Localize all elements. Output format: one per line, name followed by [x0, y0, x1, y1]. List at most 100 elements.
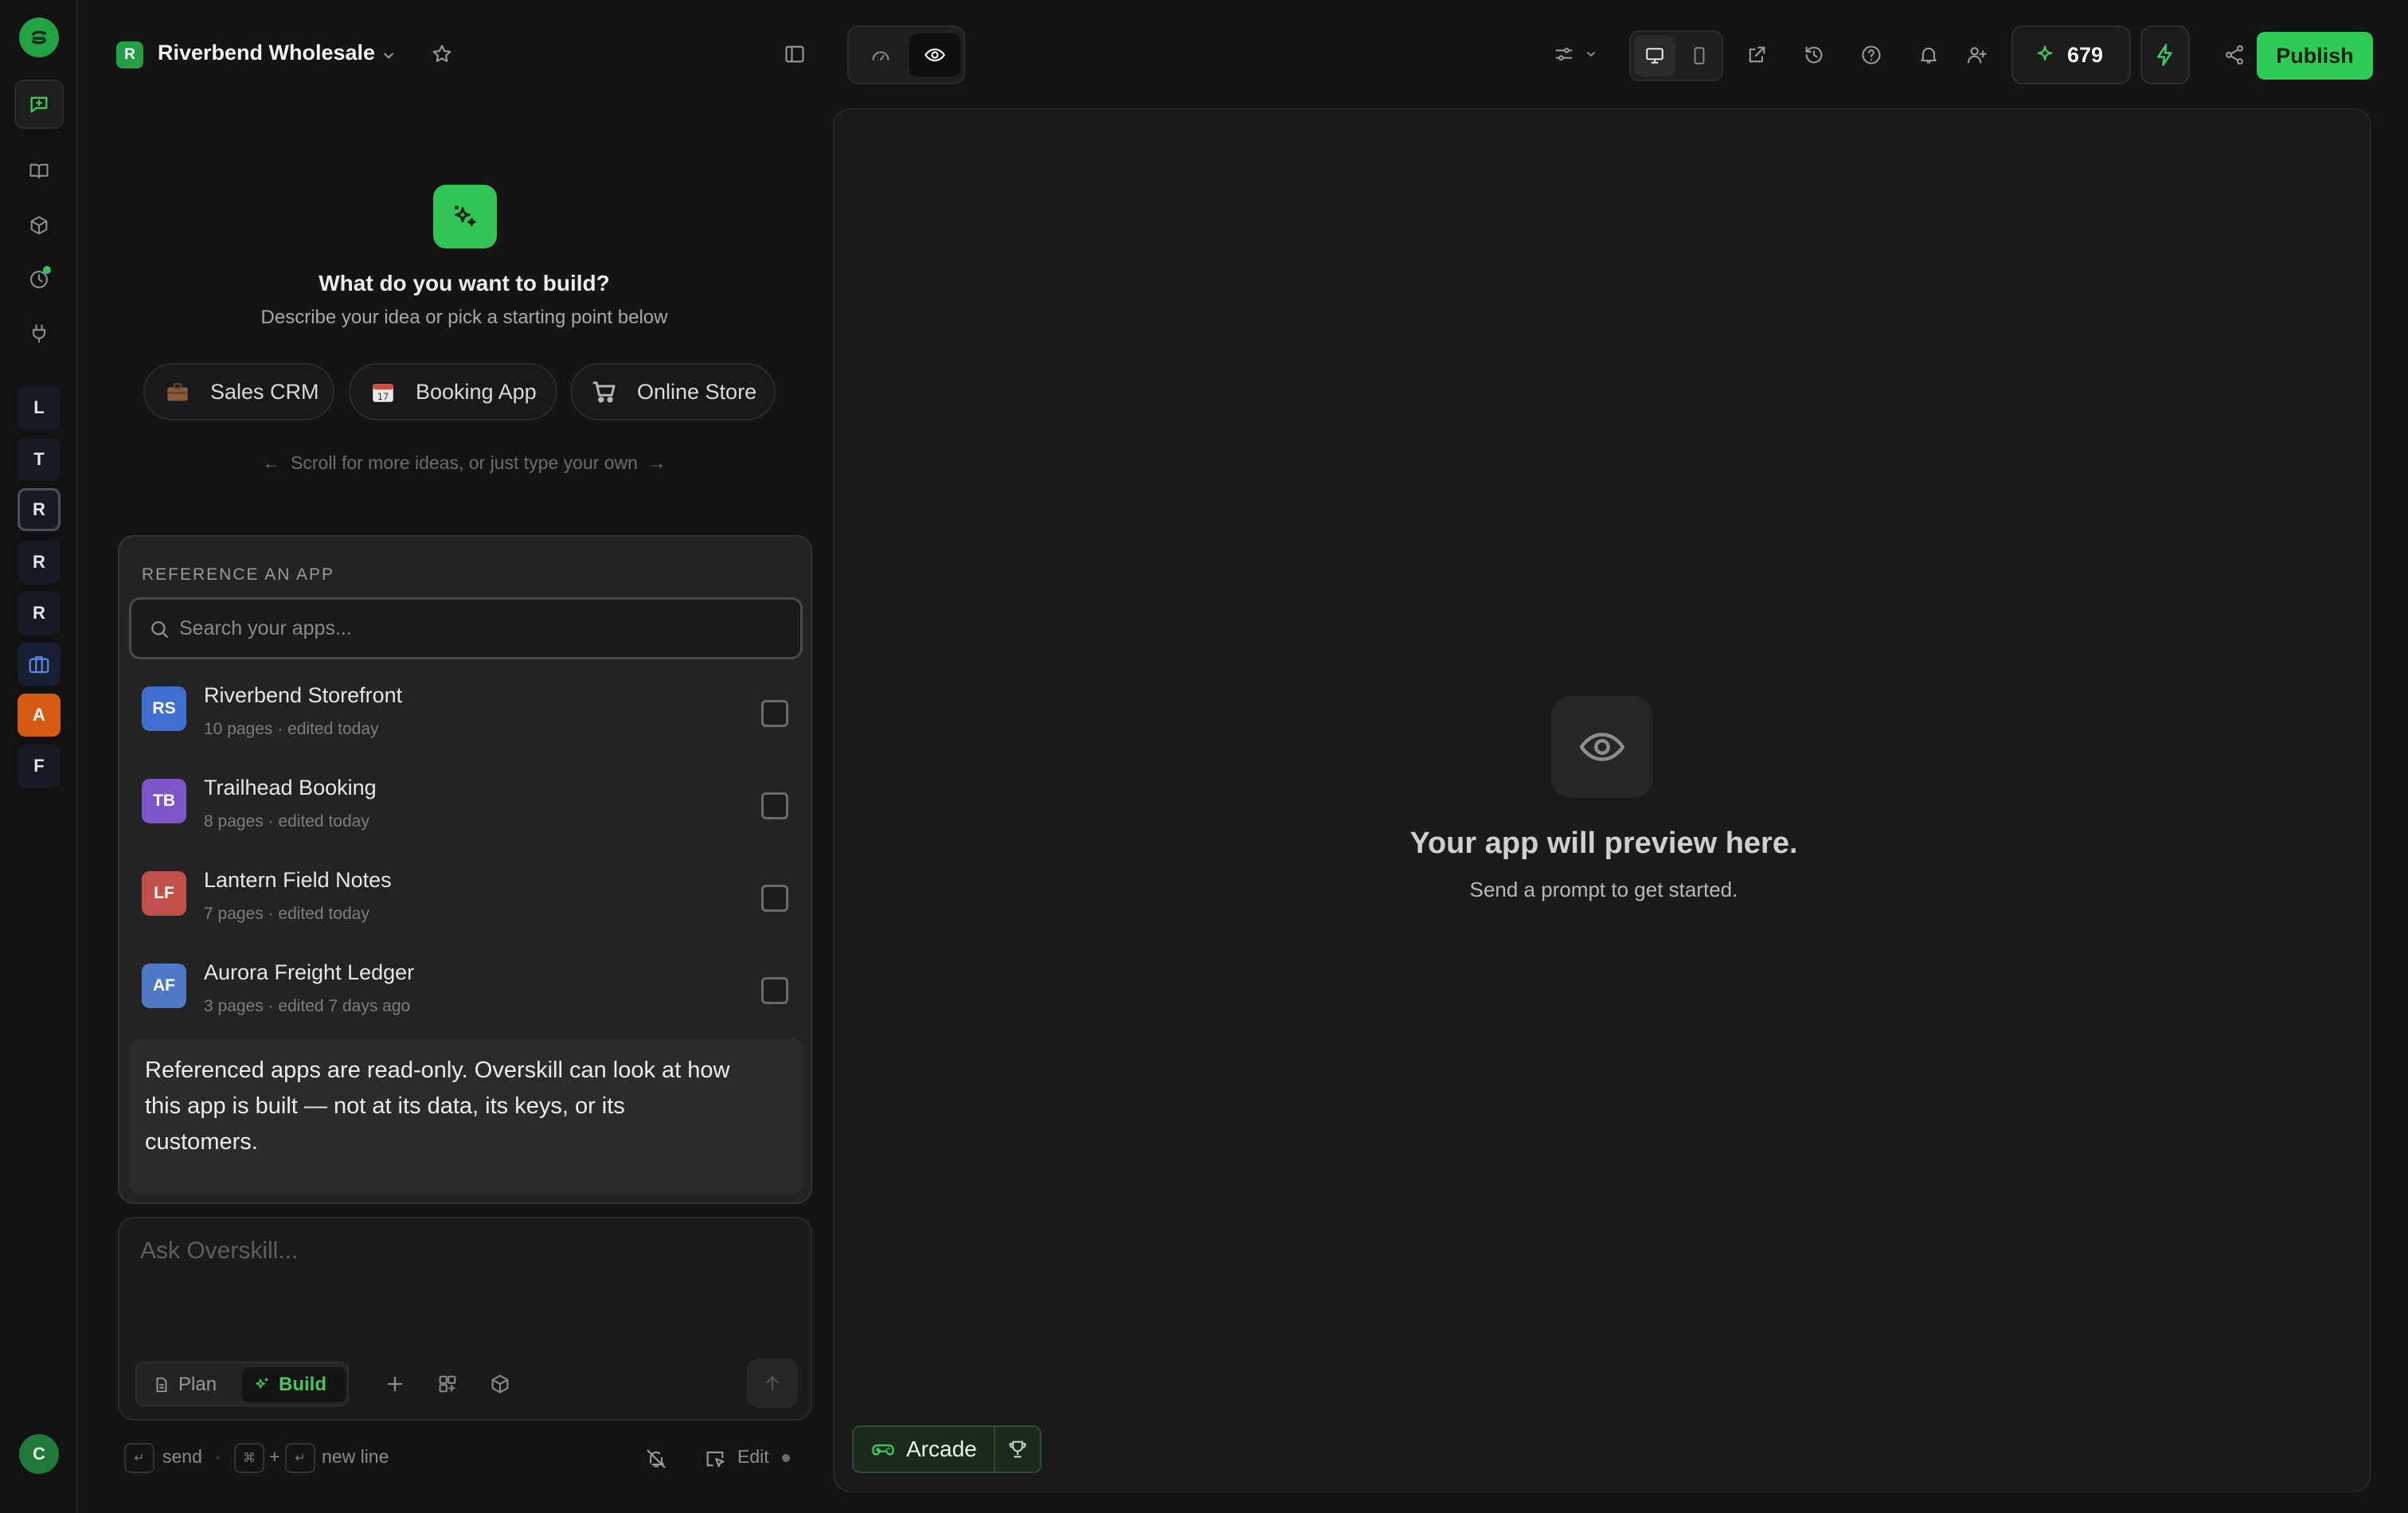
chevron-down-icon[interactable]	[1585, 48, 1597, 61]
app-meta: 8 pages · edited today	[204, 812, 369, 831]
history-icon[interactable]	[1803, 44, 1825, 66]
app-avatar: TB	[142, 779, 186, 823]
sparkle-icon	[2034, 44, 2056, 66]
app-checkbox[interactable]	[761, 700, 788, 727]
workspace-item[interactable]: R	[18, 541, 61, 584]
preview-pane: Your app will preview here. Send a promp…	[833, 108, 2371, 1492]
rail-docs-button[interactable]	[14, 147, 64, 196]
arcade-label: Arcade	[906, 1437, 977, 1461]
user-avatar[interactable]: C	[19, 1434, 59, 1474]
cube-icon[interactable]	[489, 1373, 511, 1395]
app-name: Trailhead Booking	[204, 776, 377, 800]
add-user-icon[interactable]	[1965, 44, 1988, 66]
cursor-edit-icon[interactable]	[704, 1448, 726, 1470]
notification-dot	[43, 266, 51, 274]
briefcase-icon	[164, 378, 191, 405]
app-avatar: AF	[142, 964, 186, 1008]
eye-icon	[924, 44, 946, 66]
plus-icon[interactable]	[384, 1373, 406, 1395]
workspace-item[interactable]: L	[18, 386, 61, 429]
app-search-input[interactable]	[179, 600, 784, 657]
rail-history-button[interactable]	[14, 255, 64, 304]
mobile-view-button[interactable]	[1679, 35, 1720, 76]
chip-label: Sales CRM	[210, 379, 319, 404]
external-link-icon[interactable]	[1745, 44, 1768, 66]
briefcase-icon	[27, 652, 51, 676]
trophy-button[interactable]	[994, 1425, 1042, 1473]
bell-off-icon[interactable]	[645, 1448, 667, 1470]
workspace-item[interactable]: A	[18, 694, 61, 737]
help-icon[interactable]	[1860, 44, 1882, 66]
lightning-icon	[2153, 43, 2177, 67]
chevron-down-icon[interactable]	[381, 48, 397, 64]
trophy-icon	[1007, 1438, 1029, 1460]
preview-subtitle: Send a prompt to get started.	[1469, 878, 1738, 901]
monitor-icon	[1644, 45, 1665, 66]
plan-mode-button[interactable]: Plan	[142, 1367, 240, 1402]
workspace-item[interactable]: R	[18, 592, 61, 635]
hero-title: What do you want to build?	[319, 271, 610, 295]
rail-chat-button[interactable]	[14, 80, 64, 129]
cart-icon	[591, 378, 618, 405]
boost-button[interactable]	[2140, 25, 2190, 84]
app-name: Aurora Freight Ledger	[204, 960, 415, 984]
build-label: Build	[279, 1374, 326, 1395]
star-icon[interactable]	[431, 43, 453, 65]
app-checkbox[interactable]	[761, 885, 788, 912]
reference-app-row[interactable]: TB Trailhead Booking 8 pages · edited to…	[119, 756, 811, 849]
sidebar-toggle-icon[interactable]	[784, 43, 806, 65]
new-line-hint: new line	[322, 1446, 389, 1467]
book-icon	[28, 160, 50, 182]
app-checkbox[interactable]	[761, 792, 788, 819]
workspace-item[interactable]: T	[18, 438, 61, 481]
credits-button[interactable]: 679	[2011, 25, 2131, 84]
reference-app-row[interactable]: LF Lantern Field Notes 7 pages · edited …	[119, 849, 811, 941]
svg-text:17: 17	[377, 391, 389, 402]
app-avatar: RS	[142, 686, 186, 731]
template-chip-booking-app[interactable]: 17 Booking App	[349, 363, 557, 420]
app-search-box	[129, 597, 803, 659]
build-mode-button[interactable]: Build	[242, 1367, 346, 1402]
edit-label[interactable]: Edit	[737, 1446, 769, 1468]
sparkles-icon	[451, 202, 479, 231]
device-toggle	[1629, 30, 1723, 81]
reference-app-row[interactable]: RS Riverbend Storefront 10 pages · edite…	[119, 664, 811, 756]
prompt-input[interactable]	[140, 1237, 793, 1309]
chat-icon	[28, 93, 50, 115]
workspace-item-selected[interactable]: R	[18, 488, 61, 531]
speed-mode-button[interactable]	[855, 33, 906, 76]
app-meta: 10 pages · edited today	[204, 720, 379, 738]
arrow-right-icon: →	[647, 452, 666, 473]
left-rail: L T R R R A F C	[0, 0, 78, 1513]
top-bar: R Riverbend Wholesale 679 Publish	[78, 0, 2408, 96]
rail-integrations-button[interactable]	[14, 309, 64, 358]
reference-note: Referenced apps are read-only. Overskill…	[129, 1038, 803, 1194]
app-name: Riverbend Storefront	[204, 683, 403, 707]
template-chip-sales-crm[interactable]: Sales CRM	[143, 363, 334, 420]
app-checkbox[interactable]	[761, 977, 788, 1004]
bell-icon[interactable]	[1917, 44, 1940, 66]
preview-mode-button[interactable]	[909, 33, 960, 76]
app-logo[interactable]	[19, 18, 59, 57]
components-icon[interactable]	[436, 1373, 459, 1395]
arcade-button[interactable]: Arcade	[852, 1425, 995, 1473]
cube-icon	[28, 214, 50, 237]
credits-count: 679	[2067, 42, 2104, 67]
reference-app-row[interactable]: AF Aurora Freight Ledger 3 pages · edite…	[119, 941, 811, 1034]
project-name[interactable]: Riverbend Wholesale	[158, 41, 375, 65]
status-dot	[782, 1454, 790, 1462]
desktop-view-button[interactable]	[1634, 35, 1675, 76]
view-mode-toggle	[847, 25, 965, 84]
workspace-briefcase-item[interactable]	[18, 643, 61, 686]
eye-icon	[1577, 722, 1627, 772]
workspace-item[interactable]: F	[18, 745, 61, 788]
template-chip-online-store[interactable]: Online Store	[570, 363, 776, 420]
share-icon[interactable]	[2223, 44, 2246, 66]
reference-header: REFERENCE AN APP	[142, 565, 335, 584]
publish-button[interactable]: Publish	[2257, 32, 2373, 80]
settings-sliders-icon[interactable]	[1553, 43, 1575, 65]
rail-packages-button[interactable]	[14, 201, 64, 250]
send-button[interactable]	[747, 1359, 798, 1408]
gamepad-icon	[871, 1437, 895, 1461]
command-key-icon: ⌘	[234, 1443, 264, 1473]
